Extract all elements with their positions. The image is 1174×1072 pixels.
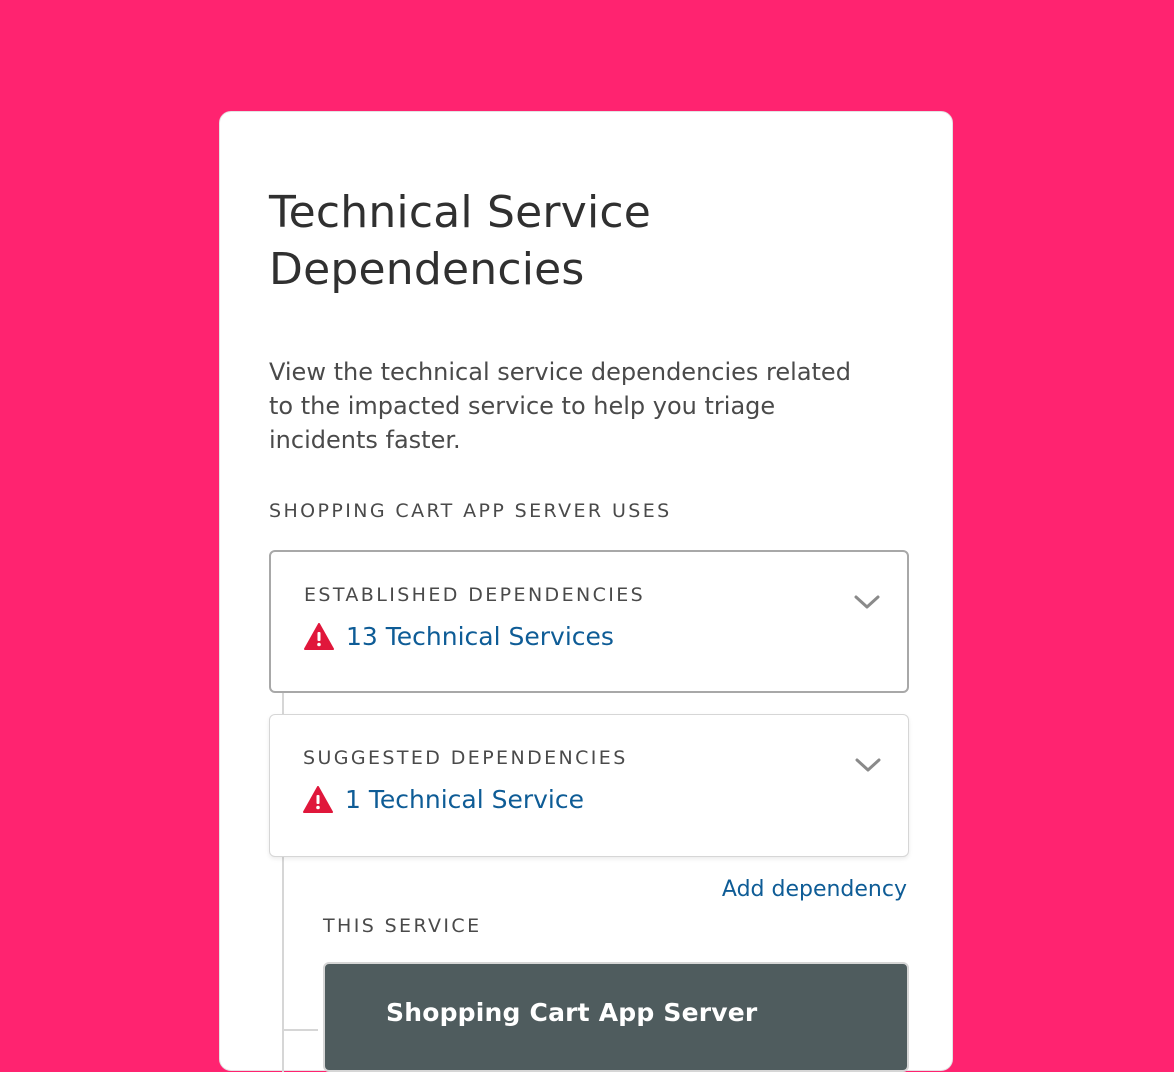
chevron-down-icon[interactable] bbox=[853, 594, 881, 612]
connector-stub bbox=[282, 1029, 318, 1031]
this-service-name: Shopping Cart App Server bbox=[386, 998, 758, 1027]
card-description: View the technical service dependencies … bbox=[269, 358, 851, 454]
add-dependency-link[interactable]: Add dependency bbox=[722, 877, 907, 902]
suggested-services-link[interactable]: 1 Technical Service bbox=[345, 785, 584, 814]
established-dependencies-heading: ESTABLISHED DEPENDENCIES bbox=[304, 584, 646, 606]
section-label: SHOPPING CART APP SERVER USES bbox=[269, 500, 672, 522]
chevron-down-icon[interactable] bbox=[854, 757, 882, 775]
card-title: Technical Service Dependencies bbox=[269, 187, 652, 295]
dependencies-card: Technical Service Dependencies View the … bbox=[219, 111, 953, 1072]
this-service-label: THIS SERVICE bbox=[323, 915, 482, 937]
this-service-box[interactable]: Shopping Cart App Server bbox=[323, 962, 909, 1072]
suggested-dependencies-panel[interactable]: SUGGESTED DEPENDENCIES 1 Technical Servi… bbox=[269, 714, 909, 857]
established-dependencies-panel[interactable]: ESTABLISHED DEPENDENCIES 13 Technical Se… bbox=[269, 550, 909, 693]
warning-triangle-icon bbox=[304, 622, 334, 650]
established-dependencies-row: 13 Technical Services bbox=[304, 622, 614, 651]
suggested-dependencies-row: 1 Technical Service bbox=[303, 785, 584, 814]
suggested-dependencies-heading: SUGGESTED DEPENDENCIES bbox=[303, 747, 628, 769]
established-services-link[interactable]: 13 Technical Services bbox=[346, 622, 614, 651]
warning-triangle-icon bbox=[303, 785, 333, 813]
